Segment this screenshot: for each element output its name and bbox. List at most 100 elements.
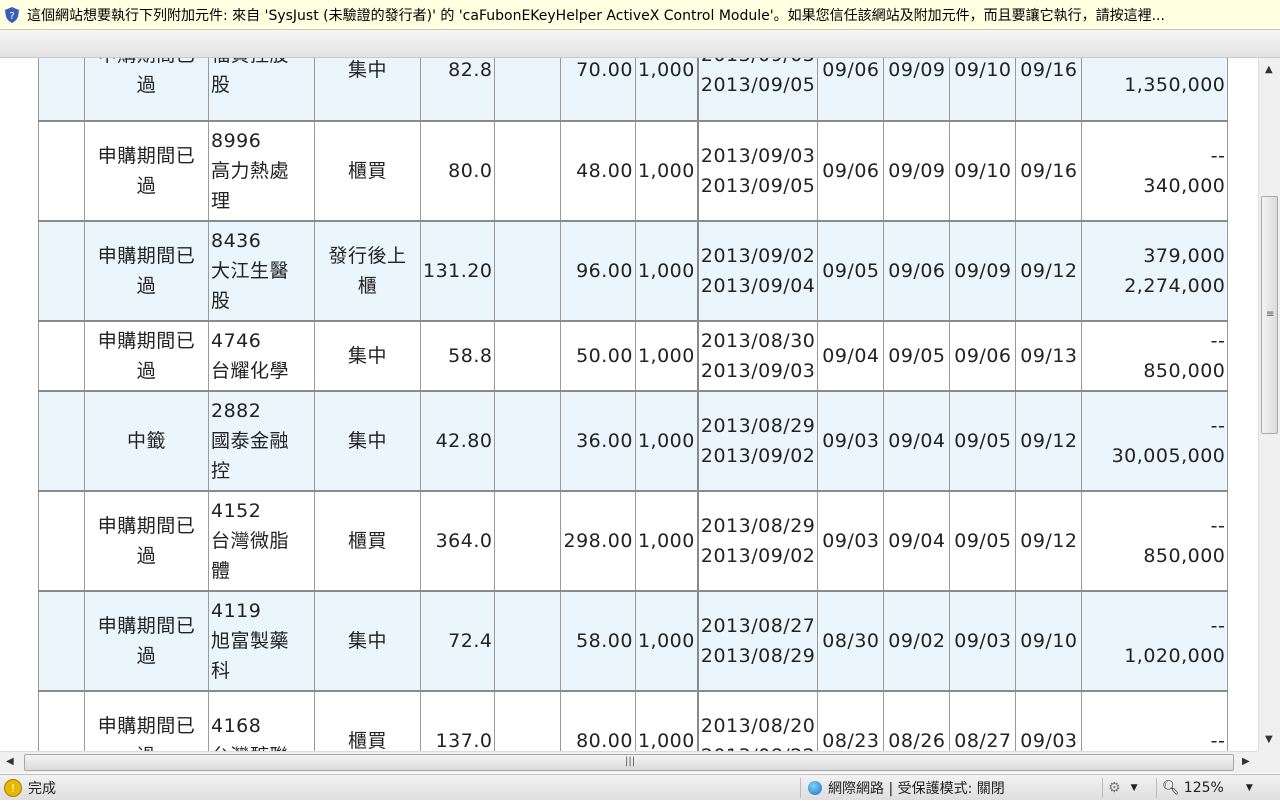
date-cell: 09/03 — [949, 589, 1017, 691]
security-zone[interactable]: 網際網路 | 受保護模式: 關閉 — [808, 775, 1005, 801]
reference-price: 58.8 — [419, 319, 496, 391]
offer-price: 58.00 — [560, 589, 636, 691]
status-cell-line: 申購期間已 — [97, 329, 196, 352]
amount-cell-line: 1,350,000 — [1124, 74, 1226, 97]
date-cell: 08/23 — [817, 689, 885, 751]
chevron-down-icon: ▼ — [1245, 783, 1253, 793]
status-text: 完成 — [28, 781, 56, 797]
stock-name: 福貞控股 — [211, 58, 312, 70]
scroll-left-arrow-icon[interactable]: ◀ — [6, 756, 14, 767]
stock-cell: 2882 國泰金融控 — [208, 389, 315, 491]
shares-cell: 1,000 — [634, 589, 699, 691]
reference-price: 364.0 — [419, 489, 496, 591]
scroll-up-arrow-icon[interactable]: ▲ — [1265, 64, 1273, 75]
stock-cell: 4168 台灣醣聯 — [208, 689, 315, 751]
empty-cell — [494, 589, 562, 691]
stock-code: 2882 — [211, 399, 262, 422]
table-row: 申購期間已過福貞控股股集中82.870.001,0002013/09/03201… — [38, 58, 1229, 121]
grip-icon: ||| — [625, 756, 636, 767]
amount-cell-line: -- — [1210, 729, 1226, 751]
status-cell-line: 過 — [136, 174, 157, 197]
status-bar: ! 完成 網際網路 | 受保護模式: 關閉 ⚙ ▼ 🔍︎ 125% ▼ — [0, 774, 1280, 800]
table-row: 申購期間已過 8436 大江生醫股發行後上櫃 131.20 96.00 1,000 2013… — [38, 219, 1229, 321]
offer-price: 70.00 — [560, 58, 636, 121]
date-cell: 09/06 — [949, 319, 1017, 391]
status-cell-line: 申購期間已 — [97, 514, 196, 537]
amount-cell-line: 850,000 — [1143, 544, 1226, 567]
stock-name: 高力熱處 — [211, 159, 290, 182]
offer-price: 36.00 — [560, 389, 636, 491]
date-cell: 09/03 — [817, 389, 885, 491]
date-cell: 09/02 — [883, 589, 951, 691]
subscription-period: 2013/09/03 2013/09/05 — [696, 58, 819, 121]
zoom-control[interactable]: 🔍︎ 125% ▼ — [1162, 775, 1253, 801]
stock-cell: 4119 旭富製藥科 — [208, 589, 315, 691]
amount-cell-line: -- — [1084, 58, 1225, 70]
date-cell: 09/05 — [817, 219, 885, 321]
shield-gear-icon: ⚙ — [1108, 780, 1121, 796]
stock-name: 股 — [211, 289, 231, 312]
empty-cell — [38, 689, 85, 751]
market-cell-line: 集中 — [347, 59, 387, 82]
table-row: 申購期間已過 8996 高力熱處理櫃買 80.0 48.00 1,000 2013/09/0… — [38, 119, 1229, 221]
status-cell: 申購期間已過 — [84, 689, 209, 751]
empty-cell — [38, 319, 85, 391]
stock-code: 4746 — [211, 329, 262, 352]
amount-cell-line: 1,020,000 — [1124, 644, 1226, 667]
shares-cell: 1,000 — [634, 219, 699, 321]
stock-cell: 福貞控股股 — [208, 58, 315, 121]
warning-icon: ! — [4, 779, 22, 797]
empty-cell — [38, 219, 85, 321]
empty-cell — [38, 58, 85, 121]
amount-cell-line: 379,000 — [1143, 244, 1226, 267]
shares-cell: 1,000 — [634, 119, 699, 221]
reference-price: 137.0 — [419, 689, 496, 751]
date-cell: 08/30 — [817, 589, 885, 691]
status-cell: 申購期間已過 — [84, 219, 209, 321]
stock-name: 控 — [211, 459, 231, 482]
shares-cell: 1,000 — [634, 489, 699, 591]
reference-price: 131.20 — [419, 219, 496, 321]
market-cell-line: 發行後上 — [328, 244, 407, 267]
amount-cell: -- 850,000 — [1081, 319, 1229, 391]
zone-text: 網際網路 | 受保護模式: 關閉 — [828, 781, 1005, 797]
date-cell: 09/13 — [1015, 319, 1083, 391]
popup-blocker-button[interactable]: ⚙ ▼ — [1108, 775, 1137, 801]
subscription-period-line: 2013/08/29 — [700, 414, 816, 437]
reference-price: 82.8 — [419, 58, 496, 121]
empty-cell — [494, 689, 562, 751]
empty-cell — [38, 489, 85, 591]
vertical-scroll-thumb[interactable]: ≡ — [1261, 196, 1278, 434]
amount-cell-line: -- — [1210, 614, 1226, 637]
stock-name: 台灣微脂 — [211, 529, 290, 552]
status-cell: 申購期間已過 — [84, 119, 209, 221]
stock-code: 4119 — [211, 599, 262, 622]
empty-cell — [494, 489, 562, 591]
reference-price: 42.80 — [419, 389, 496, 491]
date-cell: 09/03 — [1015, 689, 1083, 751]
subscription-period-line: 2013/09/04 — [700, 274, 816, 297]
horizontal-scroll-thumb[interactable]: ||| — [24, 754, 1234, 771]
date-cell: 09/04 — [817, 319, 885, 391]
vertical-scrollbar[interactable]: ▲ ≡ ▼ — [1258, 58, 1280, 751]
amount-cell: 379,000 2,274,000 — [1081, 219, 1229, 321]
stock-cell: 8436 大江生醫股 — [208, 219, 315, 321]
magnifier-icon: 🔍︎ — [1162, 780, 1180, 796]
svg-text:?: ? — [9, 11, 14, 22]
infobar-message: 這個網站想要執行下列附加元件: 來自 'SysJust (未驗證的發行者)' 的… — [27, 7, 1165, 24]
stock-name: 國泰金融 — [211, 429, 290, 452]
horizontal-scrollbar[interactable]: ◀ ||| ▶ — [0, 751, 1258, 773]
status-cell-line: 過 — [87, 741, 206, 751]
status-cell-line: 申購期間已 — [87, 58, 206, 70]
addon-information-bar[interactable]: ? 這個網站想要執行下列附加元件: 來自 'SysJust (未驗證的發行者)'… — [0, 0, 1280, 30]
amount-cell-line: -- — [1210, 514, 1226, 537]
status-cell-line: 申購期間已 — [97, 144, 196, 167]
page-content: 申購期間已過福貞控股股集中82.870.001,0002013/09/03201… — [0, 58, 1258, 751]
market-cell: 櫃買 — [314, 689, 421, 751]
empty-cell — [494, 119, 562, 221]
date-cell: 09/10 — [949, 58, 1017, 121]
scroll-right-arrow-icon[interactable]: ▶ — [1242, 756, 1250, 767]
market-cell-line: 櫃買 — [347, 529, 387, 552]
status-cell: 申購期間已過 — [84, 489, 209, 591]
scroll-down-arrow-icon[interactable]: ▼ — [1265, 734, 1273, 745]
